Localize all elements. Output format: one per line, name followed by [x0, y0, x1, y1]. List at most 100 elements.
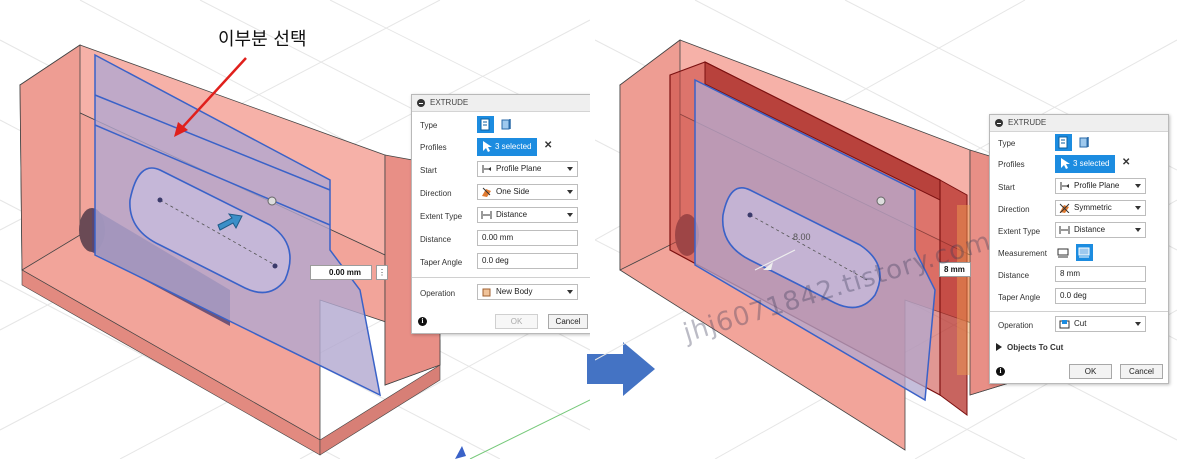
start-label: Start	[420, 166, 437, 175]
thin-type-icon[interactable]	[498, 116, 515, 133]
profile-plane-icon	[482, 165, 491, 173]
left-type-row: Type	[412, 115, 590, 135]
left-taper-row: Taper Angle 0.0 deg	[412, 252, 590, 272]
left-dimension-value: 0.00 mm	[329, 268, 362, 277]
type-label: Type	[998, 139, 1016, 148]
taper-angle-input[interactable]: 0.0 deg	[477, 253, 578, 269]
operation-label: Operation	[998, 321, 1034, 330]
cut-icon	[1059, 320, 1070, 329]
extent-type-label: Extent Type	[998, 227, 1041, 236]
symmetric-icon	[1059, 203, 1070, 213]
annotation-text: 이부분 선택	[218, 29, 307, 50]
cursor-icon	[483, 141, 492, 152]
right-panel-title: EXTRUDE	[1008, 118, 1047, 127]
solid-type-icon[interactable]	[477, 116, 494, 133]
left-extent-row: Extent Type Distance	[412, 206, 590, 226]
profiles-label: Profiles	[420, 143, 447, 152]
start-label: Start	[998, 183, 1015, 192]
left-green-axis	[469, 399, 590, 459]
type-label: Type	[420, 121, 438, 130]
operation-dropdown[interactable]: Cut	[1055, 316, 1146, 332]
direction-label: Direction	[998, 205, 1030, 214]
left-start-row: Start Profile Plane	[412, 160, 590, 180]
left-operation-row: Operation New Body	[412, 283, 590, 303]
taper-angle-label: Taper Angle	[998, 293, 1041, 302]
left-divider	[412, 277, 590, 278]
direction-value: One Side	[496, 187, 530, 196]
right-extent-row: Extent Type Distance	[990, 221, 1168, 241]
right-distance-row: Distance 8 mm	[990, 265, 1168, 285]
right-divider	[990, 311, 1168, 312]
profiles-select-button[interactable]: 3 selected	[1055, 155, 1115, 173]
direction-label: Direction	[420, 189, 452, 198]
direction-value: Symmetric	[1074, 203, 1112, 212]
start-dropdown[interactable]: Profile Plane	[1055, 178, 1146, 194]
extent-type-value: Distance	[496, 210, 528, 219]
cancel-button[interactable]: Cancel	[548, 314, 588, 329]
right-viewport[interactable]: 8.00 8 mm jhj6071842.tistory.com EXTRUDE…	[595, 0, 1177, 459]
start-dropdown[interactable]: Profile Plane	[477, 161, 578, 177]
extent-type-dropdown[interactable]: Distance	[477, 207, 578, 223]
right-measurement-row: Measurement	[990, 243, 1168, 263]
cancel-button[interactable]: Cancel	[1120, 364, 1163, 379]
measurement-label: Measurement	[998, 249, 1047, 258]
right-direction-row: Direction Symmetric	[990, 199, 1168, 219]
extent-type-value: Distance	[1074, 225, 1106, 234]
distance-input[interactable]: 0.00 mm	[477, 230, 578, 246]
profiles-select-button[interactable]: 3 selected	[477, 138, 537, 156]
operation-dropdown[interactable]: New Body	[477, 284, 578, 300]
right-start-row: Start Profile Plane	[990, 177, 1168, 197]
extent-type-label: Extent Type	[420, 212, 463, 221]
clear-selection-icon[interactable]: ✕	[1122, 158, 1130, 168]
solid-type-icon[interactable]	[1055, 134, 1072, 151]
info-icon[interactable]: i	[418, 317, 427, 326]
collapse-icon[interactable]	[417, 99, 425, 107]
distance-label: Distance	[420, 235, 452, 244]
right-manipulator-plane	[957, 205, 970, 375]
clear-selection-icon[interactable]: ✕	[544, 141, 552, 151]
start-value: Profile Plane	[1074, 181, 1120, 190]
thin-type-icon[interactable]	[1076, 134, 1093, 151]
start-value: Profile Plane	[496, 164, 542, 173]
right-profiles-row: Profiles 3 selected ✕	[990, 154, 1168, 174]
ok-button[interactable]: OK	[1069, 364, 1112, 379]
left-panel-header[interactable]: EXTRUDE	[412, 95, 590, 112]
profiles-value: 3 selected	[495, 142, 532, 151]
cursor-icon	[1061, 158, 1070, 169]
one-side-measure-icon[interactable]	[1055, 244, 1072, 261]
left-viewport[interactable]: 이부분 선택 0.00 mm ⋮ EXTRUDE Type Profiles 3…	[0, 0, 590, 459]
right-operation-row: Operation Cut	[990, 315, 1168, 335]
collapse-icon[interactable]	[995, 119, 1003, 127]
distance-input[interactable]: 8 mm	[1055, 266, 1146, 282]
right-panel-header[interactable]: EXTRUDE	[990, 115, 1168, 132]
floating-dimension-label: 8.00	[793, 232, 811, 242]
taper-angle-label: Taper Angle	[420, 258, 463, 267]
objects-to-cut-label: Objects To Cut	[1007, 343, 1064, 352]
distance-label: Distance	[998, 271, 1030, 280]
left-panel-title: EXTRUDE	[430, 98, 469, 107]
distance-icon	[1059, 226, 1070, 234]
direction-dropdown[interactable]: Symmetric	[1055, 200, 1146, 216]
extent-type-dropdown[interactable]: Distance	[1055, 222, 1146, 238]
profiles-value: 3 selected	[1073, 159, 1110, 168]
direction-dropdown[interactable]: One Side	[477, 184, 578, 200]
whole-length-measure-icon[interactable]	[1076, 244, 1093, 261]
left-dimension-input[interactable]: 0.00 mm	[310, 265, 372, 280]
one-side-icon	[482, 187, 491, 197]
right-panel-footer: i OK Cancel	[990, 361, 1168, 383]
left-extrude-panel: EXTRUDE Type Profiles 3 selected ✕ Start…	[411, 94, 590, 334]
profile-plane-icon	[1060, 182, 1069, 190]
ok-button[interactable]: OK	[495, 314, 538, 329]
distance-icon	[481, 211, 492, 219]
right-type-row: Type	[990, 133, 1168, 153]
left-small-marker	[455, 446, 466, 459]
expand-triangle-icon[interactable]	[996, 343, 1002, 351]
objects-to-cut-row[interactable]: Objects To Cut	[990, 337, 1168, 357]
left-distance-row: Distance 0.00 mm	[412, 229, 590, 249]
more-options-icon[interactable]: ⋮	[376, 265, 388, 280]
operation-label: Operation	[420, 289, 456, 298]
left-direction-row: Direction One Side	[412, 183, 590, 203]
profiles-label: Profiles	[998, 160, 1025, 169]
taper-angle-input[interactable]: 0.0 deg	[1055, 288, 1146, 304]
info-icon[interactable]: i	[996, 367, 1005, 376]
